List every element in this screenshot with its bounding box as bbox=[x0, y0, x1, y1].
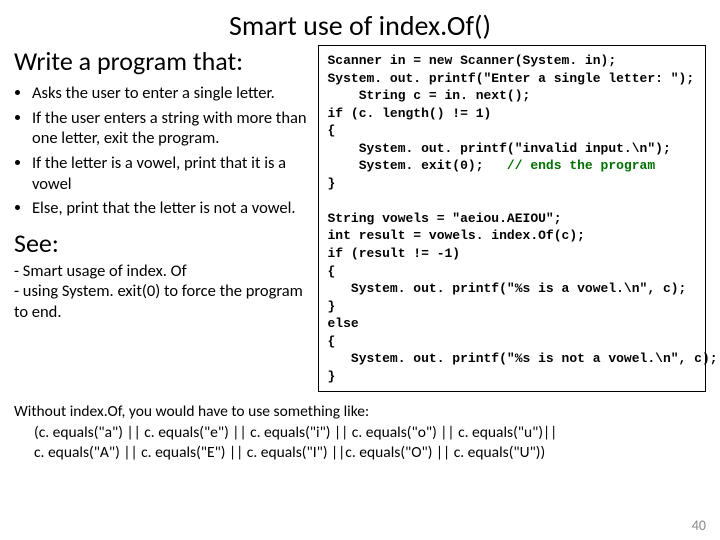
code-line: if (result != -1) bbox=[327, 246, 460, 261]
code-line: int result = vowels. index.Of(c); bbox=[327, 228, 584, 243]
code-line: String c = in. next(); bbox=[327, 88, 530, 103]
code-line: System. out. printf("invalid input.\n"); bbox=[327, 141, 670, 156]
code-line: System. out. printf("%s is not a vowel.\… bbox=[327, 351, 717, 366]
code-line: System. out. printf("%s is a vowel.\n", … bbox=[327, 281, 686, 296]
right-column: Scanner in = new Scanner(System. in); Sy… bbox=[318, 45, 706, 392]
code-line: } bbox=[327, 176, 335, 191]
see-line: - Smart usage of index. Of bbox=[14, 261, 308, 282]
bottom-code-line: c. equals("A") || c. equals("E") || c. e… bbox=[14, 443, 706, 463]
code-line: Scanner in = new Scanner(System. in); bbox=[327, 53, 616, 68]
code-line: System. exit(0); bbox=[327, 158, 506, 173]
code-line: { bbox=[327, 264, 335, 279]
list-item: Else, print that the letter is not a vow… bbox=[32, 198, 308, 219]
code-line: } bbox=[327, 369, 335, 384]
code-comment: // ends the program bbox=[507, 158, 655, 173]
slide-title: Smart use of index.Of() bbox=[14, 8, 706, 43]
bottom-intro: Without index.Of, you would have to use … bbox=[14, 402, 706, 422]
list-item: If the letter is a vowel, print that it … bbox=[32, 153, 308, 194]
code-line: System. out. printf("Enter a single lett… bbox=[327, 71, 694, 86]
bottom-note: Without index.Of, you would have to use … bbox=[14, 402, 706, 462]
list-item: If the user enters a string with more th… bbox=[32, 108, 308, 149]
code-line: else bbox=[327, 316, 358, 331]
see-heading: See: bbox=[14, 227, 308, 259]
requirements-list: Asks the user to enter a single letter. … bbox=[14, 83, 308, 219]
code-line: String vowels = "aeiou.AEIOU"; bbox=[327, 211, 561, 226]
write-program-heading: Write a program that: bbox=[14, 45, 308, 77]
see-line: - using System. exit(0) to force the pro… bbox=[14, 281, 308, 322]
code-line: { bbox=[327, 334, 335, 349]
see-body: - Smart usage of index. Of - using Syste… bbox=[14, 261, 308, 323]
list-item: Asks the user to enter a single letter. bbox=[32, 83, 308, 104]
code-box: Scanner in = new Scanner(System. in); Sy… bbox=[318, 45, 706, 392]
code-line: { bbox=[327, 123, 335, 138]
page-number: 40 bbox=[692, 517, 706, 534]
bottom-code-line: (c. equals("a") || c. equals("e") || c. … bbox=[14, 423, 706, 443]
code-line: } bbox=[327, 299, 335, 314]
left-column: Write a program that: Asks the user to e… bbox=[14, 45, 308, 392]
code-line: if (c. length() != 1) bbox=[327, 106, 491, 121]
content-columns: Write a program that: Asks the user to e… bbox=[14, 45, 706, 392]
